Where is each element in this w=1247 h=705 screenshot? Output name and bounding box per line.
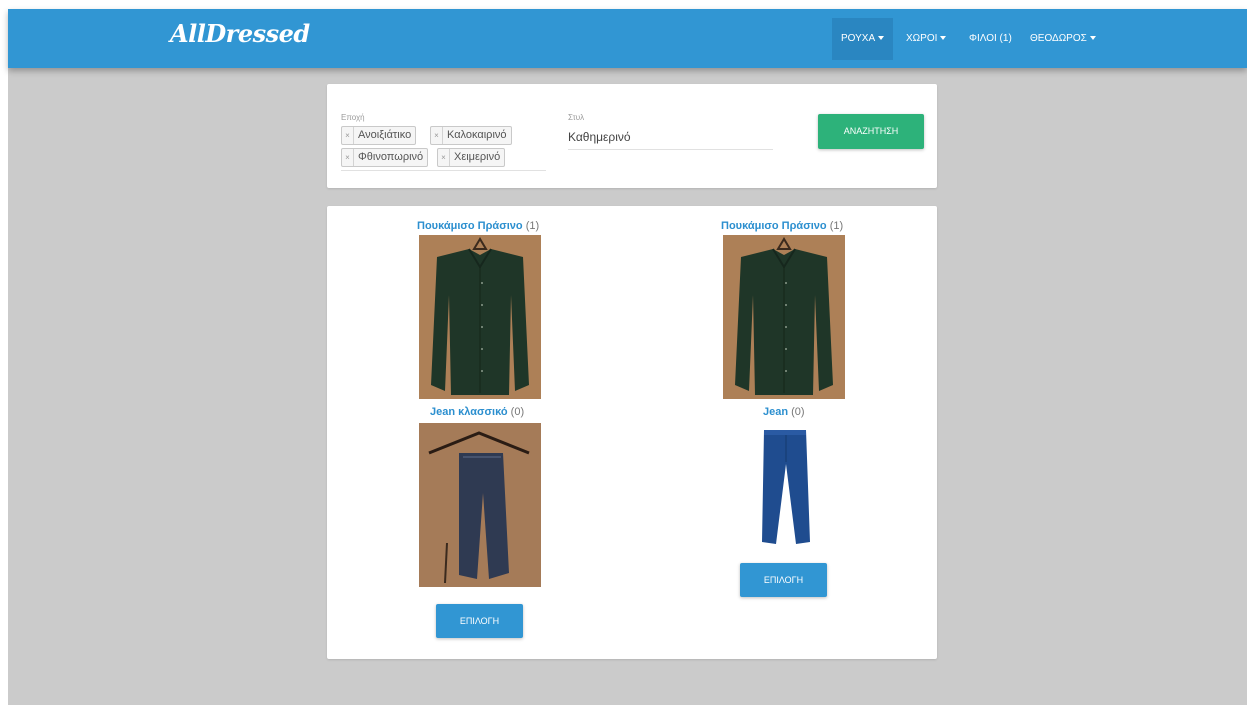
nav-user-label: ΘΕΟΔΩΡΟΣ [1030, 33, 1087, 44]
item-count: (0) [510, 406, 525, 418]
nav-spaces-label: ΧΩΡΟΙ [906, 33, 938, 44]
jeans-on-hanger-photo[interactable] [419, 423, 541, 587]
blue-jeans-photo[interactable] [752, 424, 818, 546]
select-button[interactable]: ΕΠΙΛΟΓΗ [740, 563, 827, 597]
results-card: Πουκάμισο Πράσινο (1) Πουκάμισο Πράσινο … [327, 206, 937, 659]
season-tag: × Ανοιξιάτικο [341, 126, 417, 145]
chevron-down-icon [878, 36, 885, 40]
nav-clothes[interactable]: ΡΟΥΧΑ [832, 18, 894, 60]
item-count: (1) [525, 220, 540, 232]
nav-spaces[interactable]: ΧΩΡΟΙ [897, 18, 955, 60]
item-title: Πουκάμισο Πράσινο (1) [721, 220, 843, 232]
navbar: AllDressed ΡΟΥΧΑ ΧΩΡΟΙ ΦΙΛΟΙ (1) ΘΕΟΔΩΡΟ… [8, 9, 1247, 68]
nav-friends-label: ΦΙΛΟΙ (1) [969, 33, 1012, 44]
season-tag: × Χειμερινό [437, 148, 506, 167]
remove-tag-icon[interactable]: × [438, 149, 450, 166]
nav-user-menu[interactable]: ΘΕΟΔΩΡΟΣ [1021, 18, 1105, 60]
item-name-link[interactable]: Jean [763, 406, 788, 418]
select-button[interactable]: ΕΠΙΛΟΓΗ [436, 604, 523, 638]
item-count: (0) [791, 406, 805, 418]
season-multiselect[interactable]: × Ανοιξιάτικο × Καλοκαιρινό × Φθινοπωρινό ×… [341, 126, 546, 171]
green-shirt-photo[interactable] [419, 235, 541, 399]
green-shirt-photo[interactable] [723, 235, 845, 399]
item-title: Jean (0) [763, 406, 805, 418]
item-title: Πουκάμισο Πράσινο (1) [417, 220, 539, 232]
item-title: Jean κλασσικό (0) [430, 406, 524, 418]
filter-card: Εποχή × Ανοιξιάτικο × Καλοκαιρινό × Φθινοπω… [327, 84, 937, 188]
remove-tag-icon[interactable]: × [342, 149, 354, 166]
style-label: Στυλ [568, 113, 585, 122]
season-tag: × Καλοκαιρινό [430, 126, 512, 145]
item-name-link[interactable]: Jean κλασσικό [430, 406, 508, 418]
page-frame: AllDressed ΡΟΥΧΑ ΧΩΡΟΙ ΦΙΛΟΙ (1) ΘΕΟΔΩΡΟ… [8, 9, 1247, 705]
nav-friends[interactable]: ΦΙΛΟΙ (1) [960, 18, 1021, 60]
remove-tag-icon[interactable]: × [342, 127, 354, 144]
search-button[interactable]: ΑΝΑΖΗΤΗΣΗ [818, 114, 924, 149]
season-tag-label: Φθινοπωρινό [358, 151, 424, 163]
season-tag-label: Ανοιξιάτικο [358, 129, 412, 141]
chevron-down-icon [940, 36, 947, 40]
nav-clothes-label: ΡΟΥΧΑ [841, 33, 876, 44]
item-name-link[interactable]: Πουκάμισο Πράσινο [417, 220, 523, 232]
style-input[interactable]: Καθημερινό [568, 125, 773, 150]
season-tag-label: Χειμερινό [454, 151, 501, 163]
app-logo[interactable]: AllDressed [170, 19, 310, 48]
remove-tag-icon[interactable]: × [431, 127, 443, 144]
chevron-down-icon [1089, 36, 1096, 40]
season-tag-label: Καλοκαιρινό [447, 129, 507, 141]
season-tag: × Φθινοπωρινό [341, 148, 429, 167]
item-name-link[interactable]: Πουκάμισο Πράσινο [721, 220, 827, 232]
season-label: Εποχή [341, 113, 365, 122]
item-count: (1) [829, 220, 844, 232]
